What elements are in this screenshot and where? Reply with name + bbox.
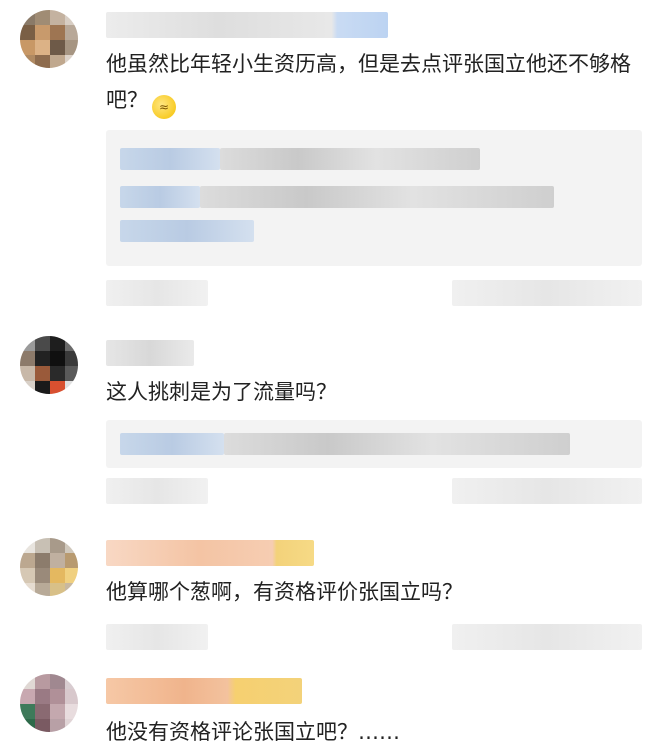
quote-author-blurred bbox=[120, 433, 224, 455]
comment-text: 他算哪个葱啊，有资格评价张国立吗？ bbox=[106, 580, 463, 604]
quote-text-blurred bbox=[224, 433, 570, 455]
calculating-face-emoji-icon: ≈ bbox=[152, 95, 176, 119]
avatar[interactable] bbox=[20, 336, 78, 394]
username-blurred[interactable] bbox=[106, 540, 314, 566]
comment-meta-blurred bbox=[106, 624, 208, 650]
quote-link-blurred bbox=[120, 220, 254, 242]
quote-text-blurred bbox=[220, 148, 480, 170]
comment-meta-blurred bbox=[106, 478, 208, 504]
quote-author-blurred bbox=[120, 148, 220, 170]
comment-actions-blurred[interactable] bbox=[452, 624, 642, 650]
comment-item: 他虽然比年轻小生资历高，但是去点评张国立他还不够格吧？ ≈ bbox=[0, 0, 655, 315]
username-blurred[interactable] bbox=[106, 340, 194, 366]
comment-actions-blurred[interactable] bbox=[452, 478, 642, 504]
username-blurred[interactable] bbox=[106, 12, 388, 38]
avatar[interactable] bbox=[20, 674, 78, 732]
comment-text: 他虽然比年轻小生资历高，但是去点评张国立他还不够格吧？ ≈ bbox=[106, 46, 636, 119]
comment-text: 他没有资格评论张国立吧？…… bbox=[106, 720, 400, 744]
avatar[interactable] bbox=[20, 10, 78, 68]
comment-item: 他没有资格评论张国立吧？…… bbox=[0, 668, 655, 752]
comment-item: 他算哪个葱啊，有资格评价张国立吗？ bbox=[0, 530, 655, 665]
comment-meta-blurred bbox=[106, 280, 208, 306]
username-blurred[interactable] bbox=[106, 678, 302, 704]
comment-text: 这人挑刺是为了流量吗？ bbox=[106, 380, 337, 404]
quote-text-blurred bbox=[120, 186, 200, 208]
avatar[interactable] bbox=[20, 538, 78, 596]
quoted-reply-box[interactable] bbox=[106, 130, 642, 266]
quoted-reply-box[interactable] bbox=[106, 420, 642, 468]
comment-item: 这人挑刺是为了流量吗？ bbox=[0, 328, 655, 518]
comment-actions-blurred[interactable] bbox=[452, 280, 642, 306]
quote-text-blurred bbox=[200, 186, 554, 208]
